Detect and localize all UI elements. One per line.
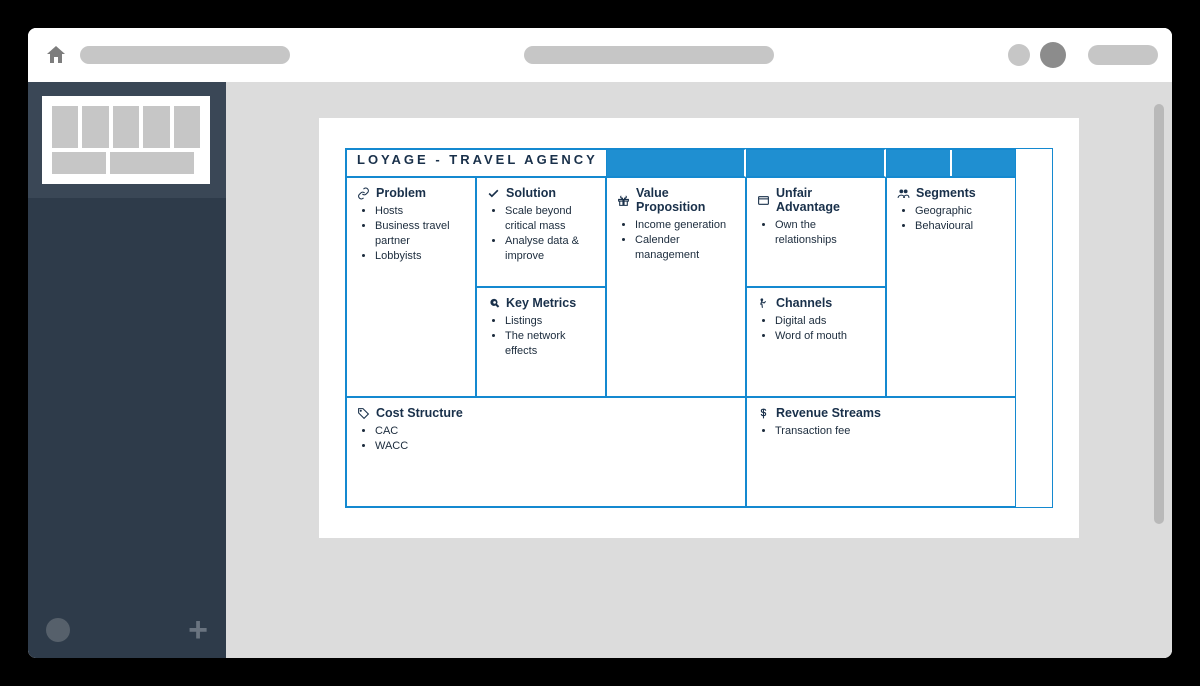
canvas-thumbnail <box>42 96 210 184</box>
topbar-status-dot[interactable] <box>1008 44 1030 66</box>
topbar-placeholder-center <box>524 46 774 64</box>
canvas-card: LOYAGE - TRAVEL AGENCY <box>319 118 1079 538</box>
list-item: Behavioural <box>915 219 1005 234</box>
list-item: WACC <box>375 439 735 454</box>
box-channels[interactable]: Channels Digital adsWord of mouth <box>746 287 886 397</box>
box-cost-structure-list: CACWACC <box>357 424 735 454</box>
add-canvas-button[interactable]: + <box>188 613 208 647</box>
box-value-proposition-label: Value Proposition <box>636 186 735 214</box>
list-item: Analyse data & improve <box>505 234 595 264</box>
topbar <box>28 28 1172 82</box>
box-solution[interactable]: Solution Scale beyond critical massAnaly… <box>476 177 606 287</box>
sidebar-status-dot[interactable] <box>46 618 70 642</box>
box-channels-list: Digital adsWord of mouth <box>757 314 875 344</box>
box-value-proposition-list: Income generationCalender management <box>617 218 735 263</box>
topbar-avatar[interactable] <box>1040 42 1066 68</box>
box-revenue-streams-label: Revenue Streams <box>776 406 881 420</box>
person-exit-icon <box>757 297 770 310</box>
app-body: + LOYAGE - TRAVEL AGENCY <box>28 82 1172 658</box>
dollar-icon <box>757 407 770 420</box>
box-unfair-advantage-label: Unfair Advantage <box>776 186 875 214</box>
list-item: Listings <box>505 314 595 329</box>
list-item: Business travel partner <box>375 219 465 249</box>
list-item: Word of mouth <box>775 329 875 344</box>
key-icon <box>487 297 500 310</box>
canvas-tab-3[interactable] <box>887 150 952 176</box>
scrollbar[interactable] <box>1154 104 1164 524</box>
list-item: CAC <box>375 424 735 439</box>
box-unfair-advantage[interactable]: Unfair Advantage Own the relationships <box>746 177 886 287</box>
box-solution-list: Scale beyond critical massAnalyse data &… <box>487 204 595 263</box>
box-key-metrics-list: ListingsThe network effects <box>487 314 595 359</box>
link-icon <box>357 187 370 200</box>
box-cost-structure[interactable]: Cost Structure CACWACC <box>346 397 746 507</box>
canvas-tab-group-3 <box>886 149 1016 177</box>
list-item: Geographic <box>915 204 1005 219</box>
box-key-metrics-label: Key Metrics <box>506 296 576 310</box>
content-area: LOYAGE - TRAVEL AGENCY <box>226 82 1172 658</box>
box-problem-label: Problem <box>376 186 426 200</box>
canvas-tab-2[interactable] <box>746 149 886 177</box>
box-segments-label: Segments <box>916 186 976 200</box>
list-item: Income generation <box>635 218 735 233</box>
topbar-center <box>300 46 998 64</box>
list-item: The network effects <box>505 329 595 359</box>
box-unfair-advantage-list: Own the relationships <box>757 218 875 248</box>
device-frame: + LOYAGE - TRAVEL AGENCY <box>0 0 1200 686</box>
list-item: Hosts <box>375 204 465 219</box>
box-solution-label: Solution <box>506 186 556 200</box>
topbar-placeholder-right[interactable] <box>1088 45 1158 65</box>
box-problem-list: HostsBusiness travel partnerLobbyists <box>357 204 465 263</box>
list-item: Transaction fee <box>775 424 1005 439</box>
window-icon <box>757 194 770 207</box>
box-problem[interactable]: Problem HostsBusiness travel partnerLobb… <box>346 177 476 397</box>
topbar-placeholder-left <box>80 46 290 64</box>
list-item: Lobbyists <box>375 249 465 264</box>
box-key-metrics[interactable]: Key Metrics ListingsThe network effects <box>476 287 606 397</box>
box-segments[interactable]: Segments GeographicBehavioural <box>886 177 1016 397</box>
sidebar-thumbnail-slot[interactable] <box>28 82 226 198</box>
list-item: Calender management <box>635 233 735 263</box>
box-revenue-streams-list: Transaction fee <box>757 424 1005 439</box>
topbar-right <box>1008 42 1158 68</box>
canvas-tab-4[interactable] <box>952 150 1015 176</box>
sidebar-footer: + <box>28 602 226 658</box>
box-cost-structure-label: Cost Structure <box>376 406 463 420</box>
box-value-proposition[interactable]: Value Proposition Income generationCalen… <box>606 177 746 397</box>
gift-icon <box>617 194 630 207</box>
lean-canvas-grid: LOYAGE - TRAVEL AGENCY <box>345 148 1053 508</box>
sidebar: + <box>28 82 226 658</box>
box-segments-list: GeographicBehavioural <box>897 204 1005 234</box>
box-channels-label: Channels <box>776 296 832 310</box>
home-icon[interactable] <box>42 43 70 67</box>
people-icon <box>897 187 910 200</box>
canvas-title-cell: LOYAGE - TRAVEL AGENCY <box>346 149 606 177</box>
box-revenue-streams[interactable]: Revenue Streams Transaction fee <box>746 397 1016 507</box>
canvas-title: LOYAGE - TRAVEL AGENCY <box>357 152 598 167</box>
list-item: Scale beyond critical mass <box>505 204 595 234</box>
canvas-tab-1[interactable] <box>606 149 746 177</box>
list-item: Digital ads <box>775 314 875 329</box>
list-item: Own the relationships <box>775 218 875 248</box>
check-icon <box>487 187 500 200</box>
app-window: + LOYAGE - TRAVEL AGENCY <box>28 28 1172 658</box>
tag-icon <box>357 407 370 420</box>
